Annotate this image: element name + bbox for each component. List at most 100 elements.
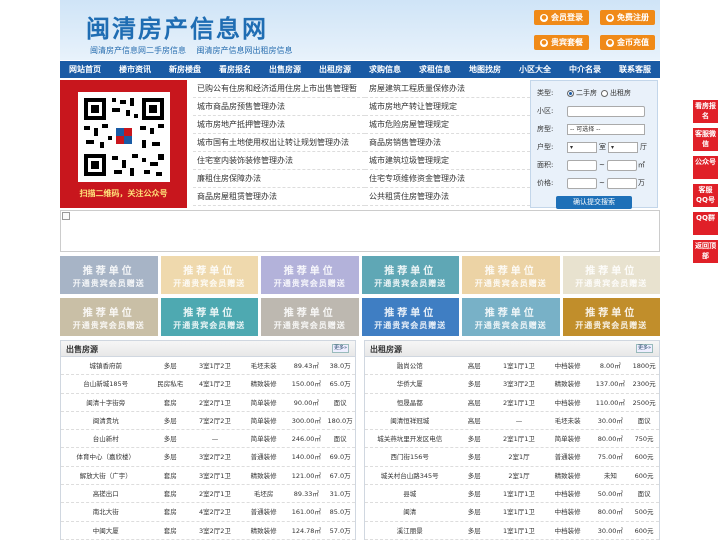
- recommended-unit-tile[interactable]: 推荐单位 开通贵宾会员赠送: [361, 256, 459, 294]
- table-row[interactable]: 城关村台山路345号 多层 2室1厅 精致装修 未知 600元: [365, 467, 659, 486]
- table-cell[interactable]: 城镇香府前: [61, 357, 150, 374]
- side-qq[interactable]: 客服QQ号: [693, 184, 718, 207]
- table-row[interactable]: 南北大街 套房 4室2厅2卫 普通装修 161.00㎡ 85.0万: [61, 503, 355, 522]
- nav-new-homes[interactable]: 新房楼盘: [160, 64, 210, 75]
- table-row[interactable]: 县城 多层 1室1厅1卫 中档装修 50.00㎡ 面议: [365, 485, 659, 504]
- policy-link[interactable]: 城市房地产抵押管理办法: [193, 116, 365, 134]
- table-row[interactable]: 华侨大厦 多层 3室3厅2卫 精致装修 137.00㎡ 2300元: [365, 375, 659, 394]
- table-cell[interactable]: 高搓出口: [61, 485, 150, 502]
- policy-link[interactable]: 公共租赁住房管理办法: [365, 188, 530, 206]
- policy-link[interactable]: 住宅室内装饰装修管理办法: [193, 152, 365, 170]
- policy-link[interactable]: 已购公有住房和经济适用住房上市出售管理暂: [193, 80, 365, 98]
- nav-news[interactable]: 楼市资讯: [110, 64, 160, 75]
- room-count-select[interactable]: ▾: [567, 141, 597, 153]
- table-cell[interactable]: 台山新城185号: [61, 375, 150, 392]
- recommended-unit-tile[interactable]: 推荐单位 开通贵宾会员赠送: [562, 256, 660, 294]
- recommended-unit-tile[interactable]: 推荐单位 开通贵宾会员赠送: [562, 298, 660, 336]
- table-cell[interactable]: 县城: [365, 485, 454, 502]
- policy-link[interactable]: 廉租住房保障办法: [193, 170, 365, 188]
- recommended-unit-tile[interactable]: 推荐单位 开通贵宾会员赠送: [462, 298, 560, 336]
- price-min-input[interactable]: [567, 177, 597, 189]
- room-select[interactable]: -- 可选择 --: [567, 123, 645, 135]
- side-wechat[interactable]: 客服微信: [693, 128, 718, 151]
- policy-link[interactable]: 住宅专项维修资金管理办法: [365, 170, 530, 188]
- community-input[interactable]: [567, 105, 645, 117]
- nav-communities[interactable]: 小区大全: [510, 64, 560, 75]
- nav-agents[interactable]: 中介名录: [560, 64, 610, 75]
- table-row[interactable]: 闽清恒祥冠城 高层 — 毛坯未装 30.00㎡ 面议: [365, 412, 659, 431]
- vip-package-button[interactable]: ● 贵宾套餐: [534, 35, 589, 50]
- nav-wanted-rent[interactable]: 求租信息: [410, 64, 460, 75]
- table-row[interactable]: 恒晟晶都 高层 2室1厅1卫 中档装修 110.00㎡ 2500元: [365, 394, 659, 412]
- table-cell[interactable]: 华侨大厦: [365, 375, 454, 392]
- recommended-unit-tile[interactable]: 推荐单位 开通贵宾会员赠送: [462, 256, 560, 294]
- search-submit-button[interactable]: 确认提交搜索: [556, 196, 632, 209]
- nav-map[interactable]: 地图找房: [460, 64, 510, 75]
- table-cell[interactable]: 闽清贵坑: [61, 412, 150, 429]
- table-row[interactable]: 中闽大厦 套房 3室2厅2卫 精致装修 124.78㎡ 57.0万: [61, 522, 355, 540]
- nav-home[interactable]: 网站首页: [60, 64, 110, 75]
- recommended-unit-tile[interactable]: 推荐单位 开通贵宾会员赠送: [261, 256, 359, 294]
- nav-for-rent[interactable]: 出租房源: [310, 64, 360, 75]
- policy-link[interactable]: 城市建筑垃圾管理规定: [365, 152, 530, 170]
- policy-link[interactable]: 房屋建筑工程质量保修办法: [365, 80, 530, 98]
- policy-link[interactable]: 城市商品房预售管理办法: [193, 98, 365, 116]
- nav-wanted-buy[interactable]: 求购信息: [360, 64, 410, 75]
- recharge-button[interactable]: ● 金币充值: [600, 35, 655, 50]
- area-min-input[interactable]: [567, 159, 597, 171]
- recommended-unit-tile[interactable]: 推荐单位 开通贵宾会员赠送: [60, 298, 158, 336]
- nav-viewing-signup[interactable]: 看房报名: [210, 64, 260, 75]
- sale-more-button[interactable]: 更多»: [332, 344, 349, 353]
- hall-count-select[interactable]: ▾: [608, 141, 638, 153]
- nav-for-sale[interactable]: 出售房源: [260, 64, 310, 75]
- table-row[interactable]: 城镇香府前 多层 3室1厅2卫 毛坯未装 89.43㎡ 38.0万: [61, 357, 355, 376]
- table-cell[interactable]: 西门街156号: [365, 448, 454, 465]
- table-cell[interactable]: 台山新村: [61, 430, 150, 447]
- table-row[interactable]: 台山新村 多层 — 简单装修 246.00㎡ 面议: [61, 430, 355, 449]
- table-cell[interactable]: 闽清: [365, 503, 454, 520]
- price-max-input[interactable]: [606, 177, 637, 189]
- recommended-unit-tile[interactable]: 推荐单位 开通贵宾会员赠送: [160, 256, 258, 294]
- policy-link[interactable]: 城市危险房屋管理规定: [365, 116, 530, 134]
- policy-link[interactable]: 城市国有土地使用权出让转让规划管理办法: [193, 134, 365, 152]
- table-row[interactable]: 闽清 多层 1室1厅1卫 中档装修 80.00㎡ 500元: [365, 503, 659, 522]
- table-row[interactable]: 闽清贵坑 多层 7室2厅2卫 简单装修 300.00㎡ 180.0万: [61, 412, 355, 431]
- recommended-unit-tile[interactable]: 推荐单位 开通贵宾会员赠送: [261, 298, 359, 336]
- table-cell[interactable]: 闽清十字街旁: [61, 394, 150, 411]
- recommended-unit-tile[interactable]: 推荐单位 开通贵宾会员赠送: [160, 298, 258, 336]
- policy-link[interactable]: 商品房屋租赁管理办法: [193, 188, 365, 206]
- ad-banner[interactable]: [60, 210, 660, 252]
- table-cell[interactable]: 南北大街: [61, 503, 150, 520]
- table-cell[interactable]: 恒晟晶都: [365, 394, 454, 411]
- rent-more-button[interactable]: 更多»: [636, 344, 653, 353]
- side-back-to-top[interactable]: 返回顶部: [693, 240, 718, 263]
- table-row[interactable]: 闽清十字街旁 套房 2室2厅1卫 简单装修 90.00㎡ 面议: [61, 394, 355, 412]
- table-cell[interactable]: 融尚公馆: [365, 357, 454, 374]
- recommended-unit-tile[interactable]: 推荐单位 开通贵宾会员赠送: [60, 256, 158, 294]
- side-official-account[interactable]: 公众号: [693, 156, 718, 179]
- table-cell[interactable]: 溪江丽景: [365, 522, 454, 539]
- table-cell[interactable]: 体育中心（嘉欣楼）: [61, 448, 150, 465]
- table-row[interactable]: 溪江丽景 多层 1室1厅1卫 中档装修 30.00㎡ 600元: [365, 522, 659, 540]
- register-button[interactable]: ● 免费注册: [600, 10, 655, 25]
- table-cell[interactable]: 城关燕坑里开发区电信: [365, 430, 454, 447]
- site-logo[interactable]: 闽清房产信息网: [86, 9, 268, 44]
- nav-contact[interactable]: 联系客服: [610, 64, 660, 75]
- policy-link[interactable]: 商品房销售管理办法: [365, 134, 530, 152]
- table-cell[interactable]: 中闽大厦: [61, 522, 150, 539]
- recommended-unit-tile[interactable]: 推荐单位 开通贵宾会员赠送: [361, 298, 459, 336]
- policy-link[interactable]: 城市房地产转让管理规定: [365, 98, 530, 116]
- login-button[interactable]: ● 会员登录: [534, 10, 589, 25]
- table-cell[interactable]: 城关村台山路345号: [365, 467, 454, 484]
- table-row[interactable]: 解放大街（广宇） 套房 3室2厅1卫 精致装修 121.00㎡ 67.0万: [61, 467, 355, 486]
- side-viewing-signup[interactable]: 看房报名: [693, 100, 718, 123]
- table-row[interactable]: 体育中心（嘉欣楼） 多层 3室2厅2卫 普通装修 140.00㎡ 69.0万: [61, 448, 355, 467]
- area-max-input[interactable]: [606, 159, 637, 171]
- table-row[interactable]: 融尚公馆 高层 1室1厅1卫 中档装修 8.00㎡ 1800元: [365, 357, 659, 376]
- side-qq-group[interactable]: QQ群: [693, 212, 718, 235]
- table-row[interactable]: 城关燕坑里开发区电信 多层 2室1厅1卫 简单装修 80.00㎡ 750元: [365, 430, 659, 449]
- table-row[interactable]: 台山新城185号 民房私宅 4室1厅2卫 精致装修 150.00㎡ 65.0万: [61, 375, 355, 394]
- table-row[interactable]: 高搓出口 套房 2室2厅1卫 毛坯房 89.33㎡ 31.0万: [61, 485, 355, 504]
- radio-rent[interactable]: [601, 89, 608, 97]
- table-cell[interactable]: 闽清恒祥冠城: [365, 412, 454, 429]
